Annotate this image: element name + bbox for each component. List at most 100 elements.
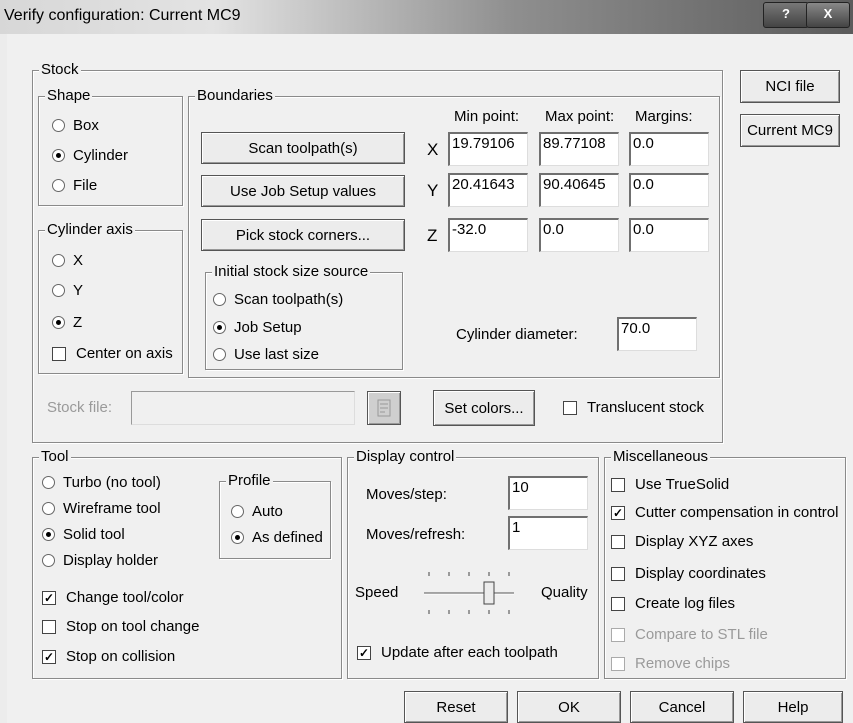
radio-indicator xyxy=(52,179,65,192)
shape-file-radio[interactable]: File xyxy=(52,177,97,194)
x-max-field[interactable]: 89.77108 xyxy=(539,132,619,166)
speed-quality-slider[interactable] xyxy=(424,568,514,618)
moves-step-label: Moves/step: xyxy=(366,486,447,503)
z-min-field[interactable]: -32.0 xyxy=(448,218,528,252)
source-scan-radio[interactable]: Scan toolpath(s) xyxy=(213,291,343,308)
tool-solid-radio[interactable]: Solid tool xyxy=(42,526,125,543)
checkbox-box: ✓ xyxy=(42,649,56,664)
cancel-button[interactable]: Cancel xyxy=(630,691,734,723)
checkbox-box xyxy=(611,477,625,492)
tool-wireframe-radio[interactable]: Wireframe tool xyxy=(42,500,161,517)
y-margin-field[interactable]: 0.0 xyxy=(629,173,709,207)
create-log-files-checkbox[interactable]: Create log files xyxy=(611,595,735,612)
y-max-field[interactable]: 90.40645 xyxy=(539,173,619,207)
translucent-stock-checkbox[interactable]: Translucent stock xyxy=(563,399,704,416)
z-max-field[interactable]: 0.0 xyxy=(539,218,619,252)
current-mc9-button[interactable]: Current MC9 xyxy=(740,114,840,147)
z-axis-label: Z xyxy=(427,226,438,245)
radio-indicator xyxy=(42,528,55,541)
y-axis-label: Y xyxy=(427,181,439,200)
update-after-toolpath-checkbox[interactable]: ✓ Update after each toolpath xyxy=(357,644,558,661)
radio-indicator xyxy=(52,254,65,267)
source-last-size-radio[interactable]: Use last size xyxy=(213,346,319,363)
stock-file-field[interactable] xyxy=(131,391,355,425)
ok-button[interactable]: OK xyxy=(517,691,621,723)
radio-indicator xyxy=(231,505,244,518)
display-xyz-axes-checkbox[interactable]: Display XYZ axes xyxy=(611,533,753,550)
stop-on-tool-change-checkbox[interactable]: Stop on tool change xyxy=(42,618,199,635)
reset-button[interactable]: Reset xyxy=(404,691,508,723)
checkbox-box xyxy=(611,656,625,671)
source-job-setup-radio[interactable]: Job Setup xyxy=(213,319,302,336)
title-bar: Verify configuration: Current MC9 ? X xyxy=(0,0,853,34)
radio-indicator xyxy=(52,149,65,162)
profile-auto-radio[interactable]: Auto xyxy=(231,503,283,520)
use-job-setup-button[interactable]: Use Job Setup values xyxy=(201,175,405,207)
tool-display-holder-radio[interactable]: Display holder xyxy=(42,552,158,569)
margins-header: Margins: xyxy=(635,108,693,125)
use-truesolid-checkbox[interactable]: Use TrueSolid xyxy=(611,476,729,493)
nci-file-button[interactable]: NCI file xyxy=(740,70,840,103)
cylinder-axis-label: Cylinder axis xyxy=(45,221,135,238)
profile-group: Profile xyxy=(219,472,331,559)
window-title: Verify configuration: Current MC9 xyxy=(4,7,241,24)
tool-turbo-radio[interactable]: Turbo (no tool) xyxy=(42,474,161,491)
compare-to-stl-checkbox[interactable]: Compare to STL file xyxy=(611,626,768,643)
radio-indicator xyxy=(213,321,226,334)
boundaries-label: Boundaries xyxy=(195,87,275,104)
x-axis-label: X xyxy=(427,140,439,159)
tool-label: Tool xyxy=(39,448,71,465)
slider-thumb[interactable] xyxy=(483,581,495,605)
remove-chips-checkbox[interactable]: Remove chips xyxy=(611,655,730,672)
radio-indicator xyxy=(42,476,55,489)
change-tool-color-checkbox[interactable]: ✓ Change tool/color xyxy=(42,589,184,606)
checkbox-box xyxy=(52,346,66,361)
radio-indicator xyxy=(42,554,55,567)
axis-x-radio[interactable]: X xyxy=(52,252,83,269)
radio-indicator xyxy=(52,316,65,329)
checkbox-box xyxy=(611,627,625,642)
x-margin-field[interactable]: 0.0 xyxy=(629,132,709,166)
slider-track xyxy=(424,572,514,614)
speed-label: Speed xyxy=(355,584,399,601)
cylinder-diameter-field[interactable]: 70.0 xyxy=(617,317,697,351)
browse-file-button[interactable] xyxy=(367,391,401,425)
radio-indicator xyxy=(213,293,226,306)
display-coordinates-checkbox[interactable]: Display coordinates xyxy=(611,565,766,582)
scan-toolpaths-button[interactable]: Scan toolpath(s) xyxy=(201,132,405,164)
radio-indicator xyxy=(213,348,226,361)
axis-z-radio[interactable]: Z xyxy=(52,314,82,331)
shape-box-radio[interactable]: Box xyxy=(52,117,99,134)
checkbox-box xyxy=(611,596,625,611)
set-colors-button[interactable]: Set colors... xyxy=(433,390,535,426)
profile-as-defined-radio[interactable]: As defined xyxy=(231,529,323,546)
help-button[interactable]: Help xyxy=(743,691,843,723)
cylinder-diameter-label: Cylinder diameter: xyxy=(456,326,578,343)
y-min-field[interactable]: 20.41643 xyxy=(448,173,528,207)
radio-indicator xyxy=(42,502,55,515)
checkbox-box xyxy=(563,400,577,415)
center-on-axis-checkbox[interactable]: Center on axis xyxy=(52,345,173,362)
initial-source-label: Initial stock size source xyxy=(212,263,371,280)
z-margin-field[interactable]: 0.0 xyxy=(629,218,709,252)
pick-stock-corners-button[interactable]: Pick stock corners... xyxy=(201,219,405,251)
cutter-compensation-checkbox[interactable]: ✓ Cutter compensation in control xyxy=(611,504,838,521)
display-control-label: Display control xyxy=(354,448,457,465)
max-point-header: Max point: xyxy=(545,108,615,125)
x-min-field[interactable]: 19.79106 xyxy=(448,132,528,166)
stop-on-collision-checkbox[interactable]: ✓ Stop on collision xyxy=(42,648,175,665)
radio-indicator xyxy=(52,119,65,132)
close-title-button[interactable]: X xyxy=(806,2,850,28)
checkbox-box xyxy=(611,534,625,549)
moves-refresh-field[interactable]: 1 xyxy=(508,516,588,550)
shape-cylinder-radio[interactable]: Cylinder xyxy=(52,147,128,164)
help-title-button[interactable]: ? xyxy=(763,2,809,28)
file-browse-icon xyxy=(377,399,391,417)
radio-indicator xyxy=(52,284,65,297)
moves-step-field[interactable]: 10 xyxy=(508,476,588,510)
radio-indicator xyxy=(231,531,244,544)
moves-refresh-label: Moves/refresh: xyxy=(366,526,466,543)
checkbox-box: ✓ xyxy=(357,645,371,660)
axis-y-radio[interactable]: Y xyxy=(52,282,83,299)
checkbox-box: ✓ xyxy=(42,590,56,605)
